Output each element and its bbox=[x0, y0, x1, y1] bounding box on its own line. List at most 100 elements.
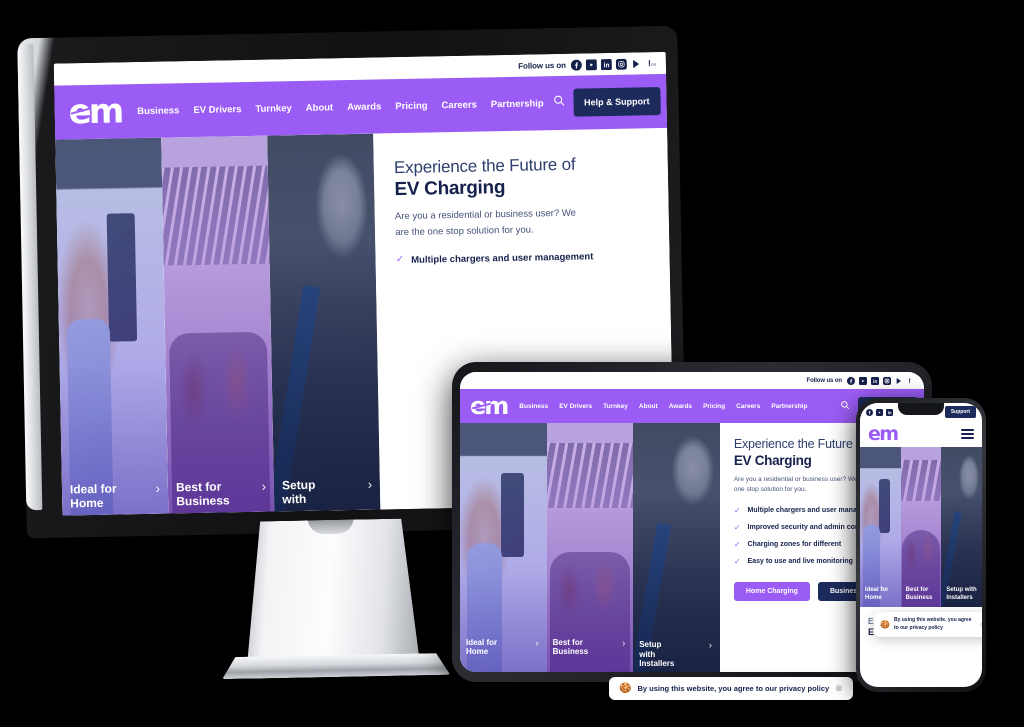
facebook-icon[interactable] bbox=[847, 376, 855, 385]
gallery-card-home[interactable]: Ideal for Home › bbox=[460, 423, 547, 672]
nav-item-partnership[interactable]: Partnership bbox=[771, 403, 807, 410]
nav-item-awards[interactable]: Awards bbox=[669, 403, 692, 410]
gallery-card-installers[interactable]: Setup with Installers bbox=[941, 447, 982, 607]
gallery-card-home[interactable]: Ideal for Home bbox=[860, 447, 901, 607]
nav-item-turnkey[interactable]: Turnkey bbox=[603, 403, 628, 410]
card-title-line1: Best for bbox=[175, 479, 222, 495]
cookie-icon: 🍪 bbox=[880, 619, 890, 629]
tablet-topbar: Follow us on bbox=[460, 372, 924, 389]
nav-item-business[interactable]: Business bbox=[519, 403, 548, 410]
card-title-line2: with bbox=[964, 587, 977, 593]
gallery-card-home-caption: Ideal for Home bbox=[865, 587, 896, 602]
chevron-right-icon[interactable]: › bbox=[262, 479, 267, 495]
nav-item-about[interactable]: About bbox=[639, 403, 658, 410]
hamburger-menu-icon[interactable] bbox=[961, 428, 974, 440]
tablet-navbar: em Business EV Drivers Turnkey About Awa… bbox=[460, 389, 924, 423]
nav-item-pricing[interactable]: Pricing bbox=[395, 100, 427, 112]
phone-mockup: Support em Ideal for Home Best for Busin… bbox=[856, 398, 986, 692]
youtube-icon[interactable] bbox=[859, 376, 867, 385]
facebook-icon[interactable] bbox=[570, 59, 582, 71]
desktop-nav-links: Business EV Drivers Turnkey About Awards… bbox=[137, 98, 544, 117]
photo-tint-overlay bbox=[900, 447, 942, 607]
linkedin-icon[interactable] bbox=[886, 403, 893, 421]
desktop-nav-right: Help & Support bbox=[552, 87, 661, 117]
gallery-card-business[interactable]: Best for Business › bbox=[546, 423, 634, 672]
help-and-support-button[interactable]: Help & Support bbox=[572, 87, 661, 117]
close-icon[interactable]: ⊗ bbox=[835, 683, 843, 694]
facebook-icon[interactable] bbox=[866, 403, 873, 421]
card-title-line1: Setup bbox=[946, 587, 964, 593]
check-icon: ✓ bbox=[395, 254, 405, 266]
gallery-card-installers[interactable]: Setup with Installers › bbox=[633, 423, 720, 672]
photo-tint-overlay bbox=[161, 135, 275, 514]
card-title-line1: Ideal for bbox=[69, 481, 117, 497]
cookie-message: By using this website, you agree to our … bbox=[893, 617, 972, 631]
search-icon[interactable] bbox=[552, 94, 565, 112]
nav-item-ev-drivers[interactable]: EV Drivers bbox=[193, 104, 241, 116]
support-button[interactable]: Support bbox=[944, 406, 976, 418]
tablet-website: Follow us on em Business EV Drivers Turn… bbox=[460, 372, 924, 672]
gallery-card-business[interactable]: Best for Business bbox=[900, 447, 942, 607]
nav-item-pricing[interactable]: Pricing bbox=[703, 403, 725, 410]
chevron-right-icon[interactable]: › bbox=[709, 640, 712, 650]
youtube-icon[interactable] bbox=[876, 403, 883, 421]
nav-item-business[interactable]: Business bbox=[137, 105, 179, 117]
gallery-card-installers[interactable]: Setup with › bbox=[267, 133, 381, 512]
photo-tint-overlay bbox=[55, 137, 169, 516]
chevron-right-icon[interactable]: › bbox=[368, 477, 373, 493]
linkedin-icon[interactable] bbox=[600, 58, 612, 70]
gallery-card-business-caption: Best for Business › bbox=[553, 638, 626, 656]
check-icon: ✓ bbox=[733, 505, 741, 515]
check-icon: ✓ bbox=[733, 540, 741, 550]
card-title-line2: Business bbox=[905, 594, 933, 601]
chevron-right-icon[interactable]: › bbox=[622, 638, 625, 648]
linkedin-icon[interactable] bbox=[871, 376, 879, 385]
youtube-icon[interactable] bbox=[585, 58, 597, 70]
tablet-hero-gallery: Ideal for Home › Best for Business › Set… bbox=[460, 423, 720, 672]
phone-navbar: em bbox=[860, 421, 982, 447]
photo-tint-overlay bbox=[267, 133, 381, 512]
card-title-line2: Business bbox=[176, 493, 230, 509]
em-logo[interactable]: em bbox=[868, 424, 899, 444]
gallery-card-business[interactable]: Best for Business › bbox=[161, 135, 275, 514]
hero-bullet-text: Charging zones for different bbox=[747, 541, 842, 549]
chevron-right-icon[interactable]: › bbox=[156, 481, 161, 497]
nav-item-turnkey[interactable]: Turnkey bbox=[255, 103, 291, 115]
gallery-card-installers-caption: Setup with Installers bbox=[946, 587, 977, 602]
close-icon[interactable]: ⊗ bbox=[980, 621, 982, 629]
google-play-icon[interactable] bbox=[631, 58, 642, 69]
app-store-icon[interactable] bbox=[907, 377, 916, 385]
nav-item-careers[interactable]: Careers bbox=[441, 99, 477, 111]
search-icon[interactable] bbox=[840, 397, 850, 415]
svg-text:OS: OS bbox=[651, 62, 657, 66]
card-title-line2: Home bbox=[70, 496, 104, 511]
nav-item-careers[interactable]: Careers bbox=[736, 403, 760, 410]
nav-item-ev-drivers[interactable]: EV Drivers bbox=[559, 403, 592, 410]
gallery-card-home[interactable]: Ideal for Home › bbox=[55, 137, 169, 516]
desktop-hero-gallery: Ideal for Home › Best for Business › Set… bbox=[55, 133, 381, 516]
instagram-icon[interactable] bbox=[615, 58, 627, 70]
hero-subtitle: Are you a residential or business user? … bbox=[394, 207, 577, 238]
follow-us-label: Follow us on bbox=[806, 377, 843, 384]
nav-item-about[interactable]: About bbox=[306, 102, 334, 114]
google-play-icon[interactable] bbox=[895, 377, 903, 385]
cookie-message: By using this website, you agree to our … bbox=[637, 684, 830, 693]
instagram-icon[interactable] bbox=[883, 376, 891, 385]
card-title-line3: Installers bbox=[639, 658, 675, 668]
photo-tint-overlay bbox=[633, 423, 720, 672]
follow-us-label: Follow us on bbox=[518, 60, 566, 71]
monitor-stand-base bbox=[222, 653, 450, 679]
card-title-line2: with bbox=[282, 492, 307, 507]
em-logo[interactable]: em bbox=[470, 394, 509, 418]
card-title-line1: Ideal for bbox=[466, 637, 498, 647]
nav-item-partnership[interactable]: Partnership bbox=[491, 98, 544, 110]
card-title-line1: Ideal for bbox=[865, 587, 889, 593]
home-charging-button[interactable]: Home Charging bbox=[733, 581, 810, 601]
em-logo[interactable]: em bbox=[68, 91, 121, 132]
card-title-line1: Best for bbox=[905, 587, 929, 593]
app-store-icon[interactable]: OS bbox=[646, 58, 658, 69]
chevron-right-icon[interactable]: › bbox=[536, 638, 539, 648]
nav-item-awards[interactable]: Awards bbox=[347, 101, 381, 113]
hero-bullet-list: ✓ Multiple chargers and user management bbox=[396, 250, 654, 269]
monitor-stand-neck bbox=[245, 518, 420, 661]
